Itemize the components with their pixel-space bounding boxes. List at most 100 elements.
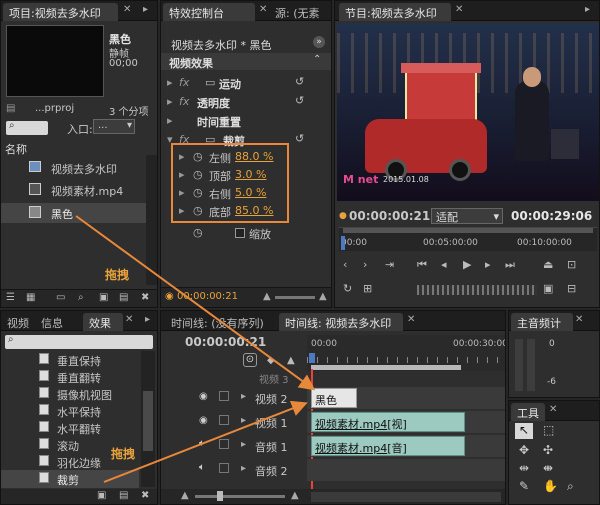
expand-icon[interactable]: ▸ [179,204,185,217]
list-item[interactable]: 垂直保持 [1,351,139,369]
find-icon[interactable]: ⌕ [78,292,84,303]
mark-in-icon[interactable]: ‹ [343,258,347,271]
zoom-out-icon[interactable]: ▲ [181,490,189,501]
play-icon[interactable]: ▶ [463,258,471,271]
list-item[interactable]: 水平保持 [1,402,139,420]
program-timecode[interactable]: 00:00:00:21 [349,209,430,223]
new-item-icon[interactable]: ▤ [119,490,128,501]
effect-row-motion[interactable]: ▸ fx ▭ 运动 ↺ [161,74,331,92]
expand-icon[interactable]: ▸ [241,391,246,402]
effect-row-opacity[interactable]: ▸ fx 透明度 ↺ [161,93,331,111]
close-icon[interactable]: ✕ [407,314,415,325]
stopwatch-icon[interactable]: ◷ [193,204,203,217]
clip-audio-a1[interactable]: 视频素材.mp4[音] [311,436,465,456]
tab-effect-controls[interactable]: 特效控制台 [163,3,255,21]
ripple-edit-tool-icon[interactable]: ✥ [519,443,529,457]
marker-icon[interactable]: ▲ [287,355,295,366]
zoom-tool-icon[interactable]: ⌕ [567,479,574,494]
go-to-in-icon[interactable]: ⇥ [385,258,394,271]
tab-video[interactable]: 视频 [1,313,29,331]
tab-info[interactable]: 信息 [35,313,75,331]
close-icon[interactable]: ✕ [125,314,133,325]
expand-icon[interactable]: ▸ [179,150,185,163]
crop-param-left[interactable]: ▸ ◷ 左侧 88.0 % [161,149,331,167]
list-item-selected[interactable]: 黑色 [1,203,146,223]
close-icon[interactable]: ✕ [455,4,463,15]
rolling-edit-tool-icon[interactable]: ✣ [543,443,553,457]
collapse-icon[interactable]: ⌃ [313,54,321,65]
tab-timeline-sequence[interactable]: 时间线: 视频去多水印 [279,313,403,331]
param-value[interactable]: 3.0 % [235,168,266,181]
rate-stretch-tool-icon[interactable]: ⇹ [519,461,529,475]
tab-audio-meter[interactable]: 主音频计 [511,313,573,331]
header-menu-icon[interactable]: » [313,36,325,48]
lock-icon[interactable] [219,439,229,449]
crop-param-right[interactable]: ▸ ◷ 右侧 5.0 % [161,185,331,203]
crop-param-bottom[interactable]: ▸ ◷ 底部 85.0 % [161,203,331,221]
zoom-slider[interactable] [195,495,285,498]
tab-program[interactable]: 节目:视频去多水印 [339,3,451,21]
zoom-in-icon[interactable]: ▲ [319,291,327,302]
step-back-frame-icon[interactable]: ◂ [441,258,447,271]
panel-menu-icon[interactable]: ▸ [145,314,150,325]
razor-tool-icon[interactable]: ⇼ [543,461,553,475]
vertical-scrollbar[interactable] [146,155,157,285]
panel-menu-icon[interactable]: ▸ [143,4,148,15]
jog-shuttle[interactable] [417,285,537,295]
speaker-icon[interactable]: 🔈︎ [199,462,205,473]
zoom-out-icon[interactable]: ▲ [263,291,271,302]
tab-source[interactable]: 源: (无素 [269,3,327,21]
stopwatch-icon[interactable]: ◷ [193,168,203,181]
expand-icon[interactable]: ▸ [167,76,173,89]
automate-icon[interactable]: ▭ [56,292,65,303]
zoom-slider[interactable] [275,296,315,299]
list-item[interactable]: 视频去多水印 [1,159,146,177]
ruler-playhead[interactable] [341,236,345,250]
effect-row-time-remap[interactable]: ▸ 时间重置 [161,112,331,130]
crop-param-top[interactable]: ▸ ◷ 顶部 3.0 % [161,167,331,185]
add-marker-icon[interactable]: ◆ [267,355,275,366]
step-back-icon[interactable]: ⏮ [417,258,427,272]
new-item-icon[interactable]: ▤ [119,292,128,303]
extract-icon[interactable]: ⊡ [567,258,576,271]
panel-menu-icon[interactable]: ▸ [585,4,590,15]
expand-icon[interactable]: ▸ [241,463,246,474]
fit-select[interactable]: 适配 ▾ [431,208,503,224]
new-bin-icon[interactable]: ▣ [99,292,108,303]
export-frame-icon[interactable]: ▣ [543,282,553,295]
lock-icon[interactable] [219,391,229,401]
list-item[interactable]: 垂直翻转 [1,368,139,386]
reset-icon[interactable]: ↺ [295,75,304,88]
expand-icon[interactable]: ▸ [241,439,246,450]
list-item[interactable]: 视频素材.mp4 [1,181,146,199]
loop-icon[interactable]: ↻ [343,282,352,295]
expand-icon[interactable]: ▸ [167,95,173,108]
tab-timeline-none[interactable]: 时间线: (没有序列) [165,313,273,331]
track-select-tool-icon[interactable]: ⬚ [543,423,554,437]
reset-icon[interactable]: ↺ [295,132,304,145]
close-icon[interactable]: ✕ [549,404,557,415]
zoom-slider-thumb[interactable] [217,491,223,501]
new-bin-icon[interactable]: ▣ [97,490,106,501]
search-input[interactable]: ⌕ [6,120,48,135]
effects-search-input[interactable]: ⌕ [5,334,153,349]
expand-icon[interactable]: ▸ [167,114,173,127]
eye-icon[interactable]: ◉ [199,391,208,402]
stopwatch-icon[interactable]: ◷ [193,226,203,239]
zoom-checkbox[interactable] [235,228,245,238]
program-ruler[interactable]: 00:00 00:05:00:00 00:10:00:00 [339,227,597,251]
tab-effects[interactable]: 效果 [83,313,123,331]
hand-tool-icon[interactable]: ✋ [543,479,558,493]
timeline-playhead[interactable] [309,353,315,363]
timeline-ruler[interactable]: 00:00 00:00:30:00 [307,335,505,371]
entry-select[interactable]: ... ▾ [93,119,135,134]
delete-icon[interactable]: ✖ [141,292,149,303]
snap-icon[interactable]: ⊙ [243,353,257,367]
step-forward-frame-icon[interactable]: ▸ [485,258,491,271]
clip-black[interactable]: 黑色 [311,388,357,408]
trim-icon[interactable]: ⊟ [567,282,576,295]
mark-out-icon[interactable]: › [363,258,367,271]
selection-tool-icon[interactable]: ↖ [515,423,533,439]
list-item[interactable]: 水平翻转 [1,419,139,437]
footer-timecode[interactable]: 00:00:00:21 [177,291,238,302]
